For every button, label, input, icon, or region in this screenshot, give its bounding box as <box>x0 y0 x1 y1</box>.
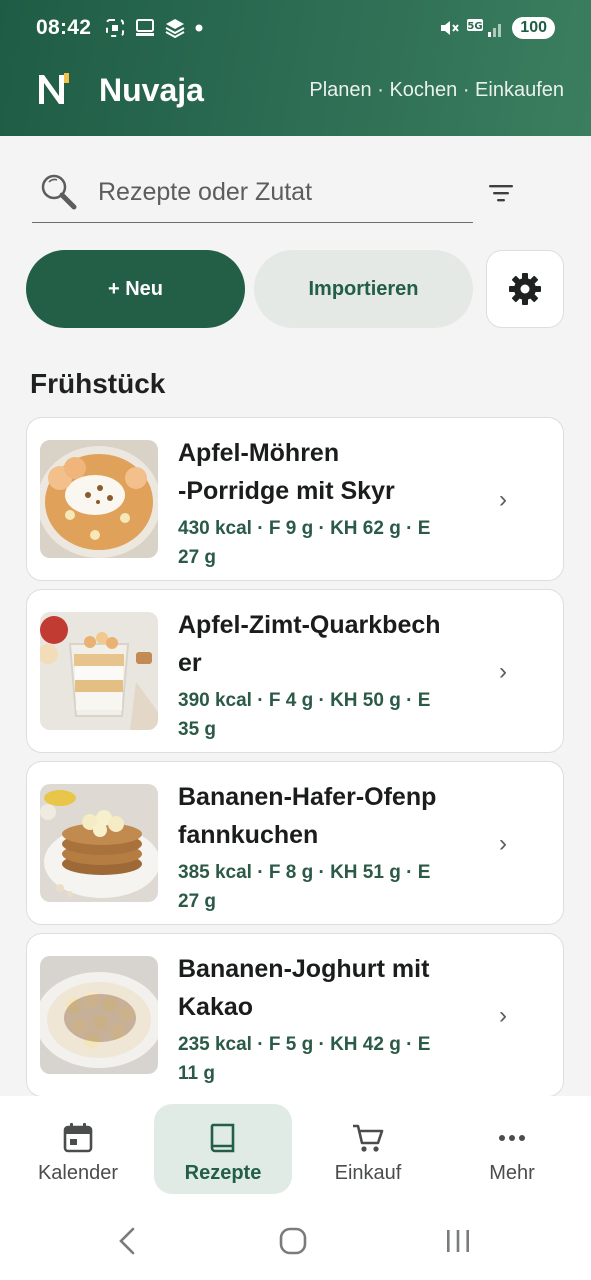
import-button[interactable]: Importieren <box>254 250 473 328</box>
recipe-title: fannkuchen <box>178 821 319 849</box>
system-navigation-bar <box>0 1204 591 1280</box>
section-title: Frühstück <box>30 368 166 399</box>
nav-item-calendar[interactable]: Kalender <box>9 1104 147 1194</box>
recipe-nutrition: 390 kcal · F 4 g · KH 50 g · E <box>178 690 431 711</box>
recipe-image <box>40 956 158 1074</box>
back-icon[interactable] <box>116 1226 138 1256</box>
bottom-navigation: Kalender Rezepte Einkauf Mehr <box>0 1096 591 1204</box>
nav-label: Einkauf <box>334 1162 402 1184</box>
recipe-title: Kakao <box>178 993 254 1021</box>
filter-icon[interactable] <box>488 183 514 203</box>
search-icon <box>41 174 77 210</box>
recipe-title: Apfel-Möhren <box>178 439 340 467</box>
recipe-nutrition: 385 kcal · F 8 g · KH 51 g · E <box>178 862 431 883</box>
recipe-nutrition: 27 g <box>178 547 217 568</box>
nav-label: Rezepte <box>184 1162 262 1184</box>
gear-icon <box>509 273 541 305</box>
status-time: 08:42 <box>36 16 92 39</box>
recipe-image <box>40 440 158 558</box>
new-recipe-button[interactable]: + Neu <box>26 250 245 328</box>
nav-item-shopping[interactable]: Einkauf <box>299 1104 437 1194</box>
recipe-image <box>40 612 158 730</box>
recipe-title: Bananen-Hafer-Ofenp <box>178 783 437 811</box>
chevron-right-icon: › <box>499 1002 507 1029</box>
recipe-card[interactable]: Apfel-Zimt-Quarkbech er 390 kcal · F 4 g… <box>26 589 564 753</box>
calendar-icon <box>63 1123 93 1153</box>
layers-icon <box>165 19 185 39</box>
battery-indicator: 100 <box>512 17 555 39</box>
recipe-nutrition: 235 kcal · F 5 g · KH 42 g · E <box>178 1034 431 1055</box>
header-nav-links[interactable]: Planen · Kochen · Einkaufen <box>309 79 564 102</box>
nav-label: Mehr <box>489 1162 535 1184</box>
recipe-nutrition: 11 g <box>178 1063 215 1084</box>
recent-apps-icon[interactable] <box>444 1226 472 1256</box>
app-title: Nuvaja <box>99 72 204 108</box>
status-bar: 08:42 5G 100 <box>0 0 591 58</box>
home-icon[interactable] <box>278 1226 308 1256</box>
recipe-nutrition: 430 kcal · F 9 g · KH 62 g · E <box>178 518 431 539</box>
nav-item-recipes[interactable]: Rezepte <box>154 1104 292 1194</box>
recipe-title: er <box>178 649 202 677</box>
recipe-card[interactable]: Bananen-Hafer-Ofenp fannkuchen 385 kcal … <box>26 761 564 925</box>
chevron-right-icon: › <box>499 658 507 685</box>
status-notification-icons <box>104 16 204 40</box>
recipe-title: Bananen-Joghurt mit <box>178 955 430 983</box>
chevron-right-icon: › <box>499 486 507 513</box>
app-logo-icon <box>39 73 69 104</box>
book-icon <box>210 1123 235 1153</box>
cast-icon <box>136 19 154 36</box>
app-header: 08:42 5G 100 Nuvaja Planen · Kochen · Ei… <box>0 0 591 136</box>
svg-text:5G: 5G <box>468 21 483 32</box>
search-input[interactable]: Rezepte oder Zutat <box>98 178 312 207</box>
recipe-card[interactable]: Apfel-Möhren -Porridge mit Skyr 430 kcal… <box>26 417 564 581</box>
mute-icon <box>441 21 460 35</box>
more-icon <box>499 1135 525 1141</box>
recipe-title: -Porridge mit Skyr <box>178 477 395 505</box>
recipe-nutrition: 27 g <box>178 891 217 912</box>
settings-button[interactable] <box>486 250 564 328</box>
search-bar[interactable]: Rezepte oder Zutat <box>32 166 473 223</box>
recipe-nutrition: 35 g <box>178 719 217 740</box>
nav-label: Kalender <box>37 1162 119 1184</box>
screenshot-icon <box>106 19 124 37</box>
status-system-icons: 5G 100 <box>438 16 555 40</box>
chevron-right-icon: › <box>499 830 507 857</box>
recipe-card[interactable]: Bananen-Joghurt mit Kakao 235 kcal · F 5… <box>26 933 564 1097</box>
5g-signal-icon: 5G <box>467 19 502 37</box>
recipe-title: Apfel-Zimt-Quarkbech <box>178 611 441 639</box>
recipe-image <box>40 784 158 902</box>
cart-icon <box>353 1124 384 1152</box>
dot-icon <box>195 24 203 32</box>
nav-item-more[interactable]: Mehr <box>443 1104 581 1194</box>
